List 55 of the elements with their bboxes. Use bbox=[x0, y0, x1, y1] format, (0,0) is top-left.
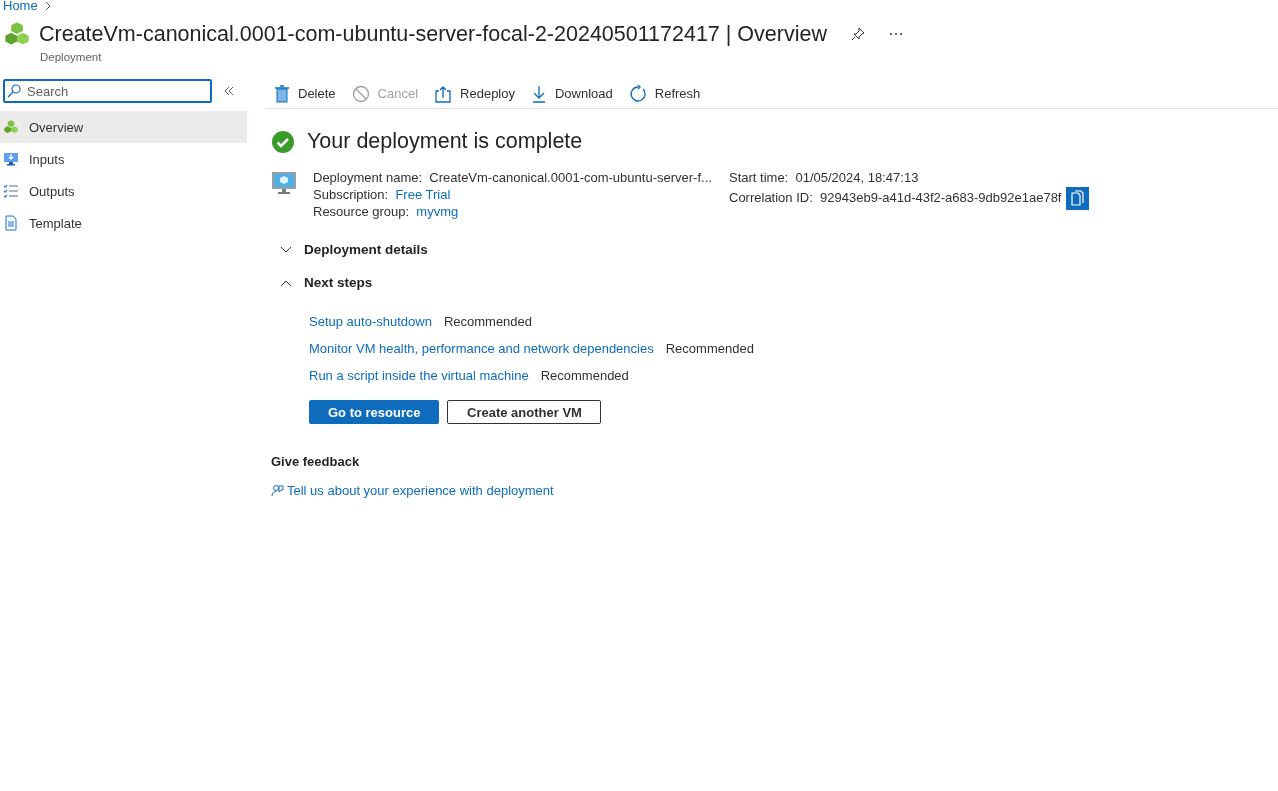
status-heading: Your deployment is complete bbox=[307, 129, 583, 154]
secondary-button[interactable]: Create another VM bbox=[447, 400, 602, 424]
nav-item[interactable]: Outputs bbox=[0, 175, 247, 207]
detail-label: Subscription: bbox=[313, 187, 390, 202]
nav-item[interactable]: Template bbox=[0, 207, 247, 239]
chevron-icon bbox=[280, 278, 292, 287]
download-icon bbox=[531, 84, 547, 103]
step-link[interactable]: Setup auto-shutdown bbox=[309, 314, 432, 330]
document-icon bbox=[3, 215, 19, 231]
collapse-icon[interactable] bbox=[224, 86, 234, 96]
primary-button[interactable]: Go to resource bbox=[309, 400, 440, 424]
nav-item[interactable]: Inputs bbox=[0, 143, 247, 175]
feedback-link[interactable]: Tell us about your experience with deployment bbox=[287, 483, 554, 498]
cancel-icon bbox=[351, 84, 370, 103]
chevron-icon bbox=[280, 245, 292, 254]
recommended-label: Recommended bbox=[665, 341, 754, 357]
feedback-heading: Give feedback bbox=[271, 454, 361, 469]
detail-link[interactable]: myvmg bbox=[416, 204, 459, 219]
feedback-icon bbox=[271, 484, 284, 497]
monitor-icon bbox=[3, 151, 19, 167]
virtual-machine-icon bbox=[271, 170, 297, 196]
section-header[interactable]: Deployment details bbox=[280, 242, 428, 257]
section-header[interactable]: Next steps bbox=[280, 275, 373, 290]
detail-label: Start time: bbox=[729, 170, 790, 185]
recommended-label: Recommended bbox=[443, 314, 533, 330]
nav-item[interactable]: Overview bbox=[0, 111, 247, 143]
copy-icon[interactable] bbox=[1065, 187, 1089, 210]
detail-label: Deployment name: bbox=[313, 170, 424, 185]
checklist-icon bbox=[3, 183, 19, 199]
step-link[interactable]: Run a script inside the virtual machine bbox=[309, 368, 529, 384]
upload-icon bbox=[434, 84, 453, 103]
toolbar-button[interactable]: Refresh bbox=[628, 84, 701, 103]
detail-value: 92943eb9-a41d-43f2-a683-9db92e1ae78f bbox=[820, 189, 1062, 205]
page-title: CreateVm-canonical.0001-com-ubuntu-server-focal-2-20240501172417 | Overview bbox=[39, 21, 827, 47]
detail-label: Correlation ID: bbox=[729, 189, 814, 205]
toolbar-button[interactable]: Download bbox=[531, 84, 613, 103]
step-link[interactable]: Monitor VM health, performance and network dependencies bbox=[309, 341, 654, 357]
detail-value: 01/05/2024, 18:47:13 bbox=[795, 170, 919, 185]
pin-icon[interactable] bbox=[850, 27, 865, 41]
more-icon[interactable] bbox=[888, 32, 903, 36]
detail-label: Resource group: bbox=[313, 204, 411, 219]
search-field[interactable]: Search bbox=[3, 79, 212, 103]
search-icon bbox=[7, 84, 21, 98]
page-subtitle: Deployment bbox=[40, 51, 103, 63]
breadcrumb-link[interactable]: Home bbox=[3, 0, 38, 12]
detail-value: CreateVm-canonical.0001-com-ubuntu-server-f... bbox=[429, 170, 712, 185]
toolbar-button[interactable]: Redeploy bbox=[434, 84, 515, 103]
recommended-label: Recommended bbox=[540, 368, 629, 384]
toolbar-button[interactable]: Delete bbox=[274, 84, 336, 103]
refresh-icon bbox=[628, 84, 647, 103]
cubes-icon bbox=[3, 119, 19, 135]
detail-link[interactable]: Free Trial bbox=[395, 187, 451, 202]
trash-icon bbox=[274, 84, 290, 103]
success-icon bbox=[271, 129, 295, 154]
chevron-icon bbox=[43, 1, 52, 11]
